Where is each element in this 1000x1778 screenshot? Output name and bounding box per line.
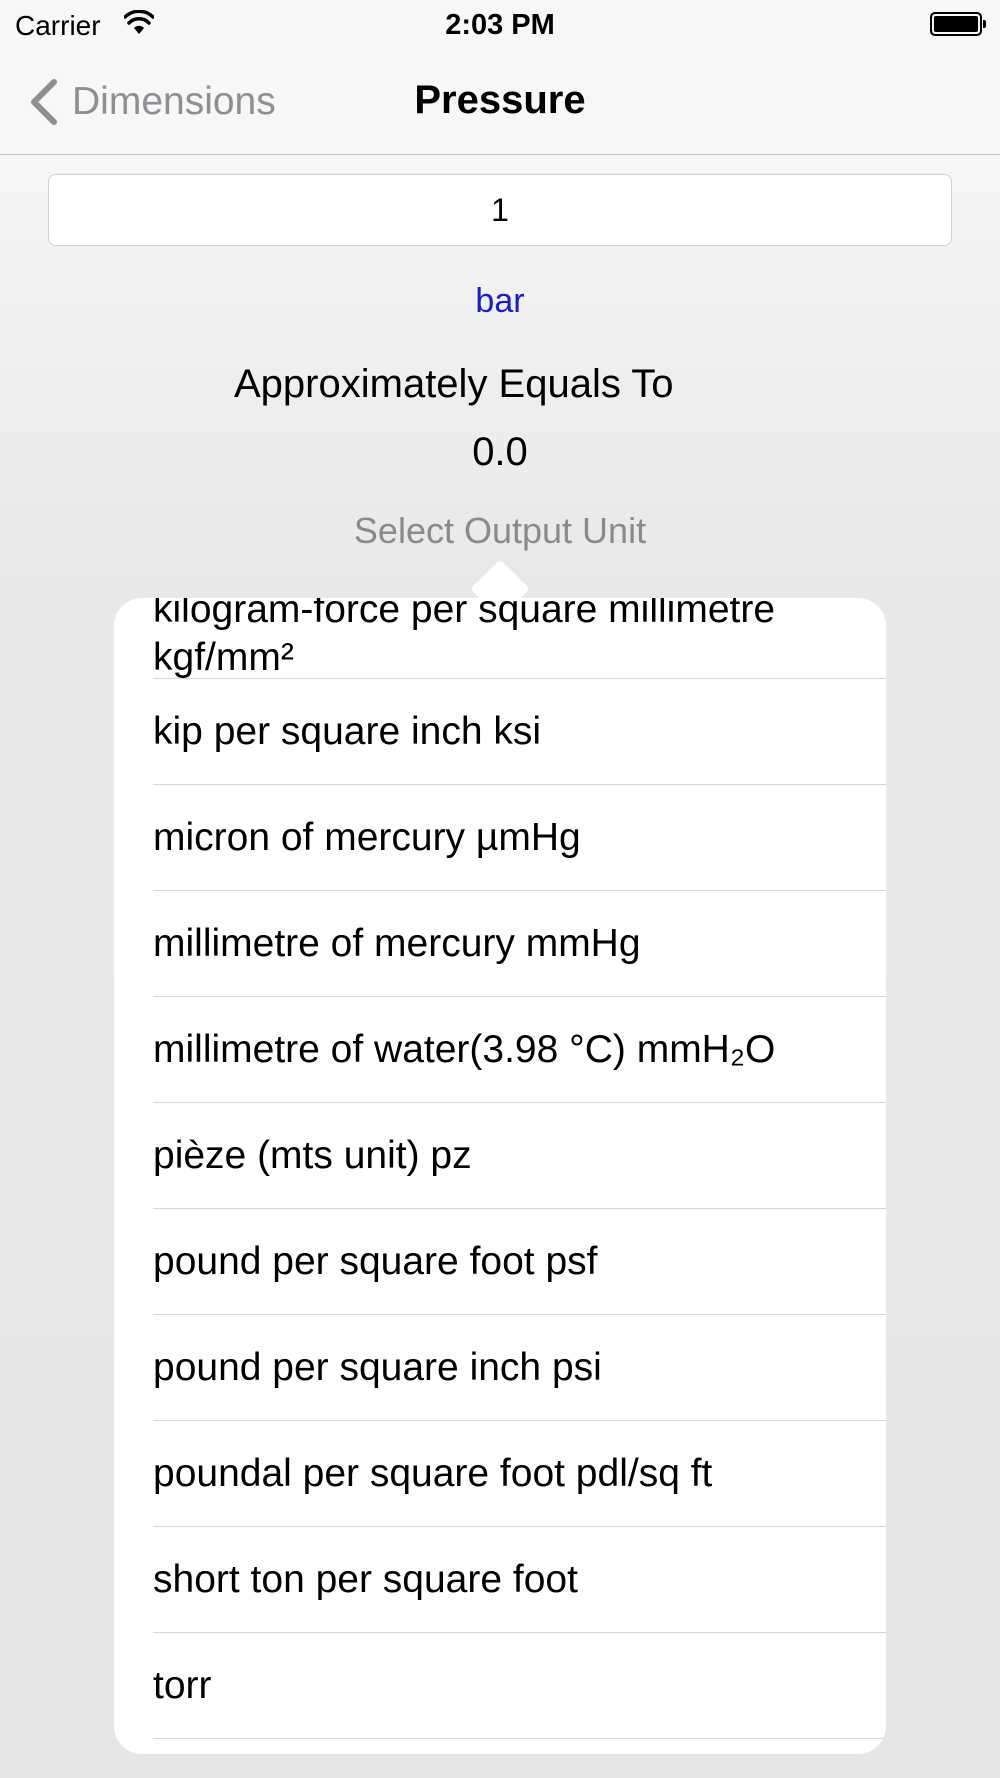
output-unit-item[interactable]: pound per square foot psf (153, 1209, 886, 1315)
output-unit-label: millimetre of water(3.98 °C) mmH₂O (153, 1027, 776, 1071)
input-unit-button[interactable]: bar (0, 282, 1000, 321)
output-unit-item[interactable]: pièze (mts unit) pz (153, 1103, 886, 1209)
output-unit-item[interactable]: millimetre of mercury mmHg (153, 891, 886, 997)
output-unit-item-text: kilogram-force per square millimetre kgf… (153, 598, 775, 682)
status-time: 2:03 PM (445, 9, 555, 41)
output-unit-item[interactable]: kilogram-force per square millimetre kgf… (153, 598, 886, 679)
output-unit-label: kip per square inch ksi (153, 709, 542, 753)
output-unit-label: pièze (mts unit) pz (153, 1133, 472, 1177)
output-unit-item[interactable]: poundal per square foot pdl/sq ft (153, 1421, 886, 1527)
output-unit-label: kilogram-force per square millimetre (153, 598, 776, 631)
output-unit-label: millimetre of mercury mmHg (153, 921, 641, 965)
page-title: Pressure (414, 78, 586, 122)
output-unit-list: kilogram-force per square millimetre kgf… (114, 598, 886, 1739)
battery-icon (930, 12, 986, 36)
output-unit-label: short ton per square foot (153, 1557, 578, 1601)
output-unit-label: pound per square foot psf (153, 1239, 598, 1283)
output-unit-label: poundal per square foot pdl/sq ft (153, 1451, 713, 1495)
select-output-unit-label[interactable]: Select Output Unit (0, 510, 1000, 552)
output-unit-item[interactable]: millimetre of water(3.98 °C) mmH₂O (153, 997, 886, 1103)
output-unit-popover: kilogram-force per square millimetre kgf… (114, 598, 886, 1754)
navigation-bar: Dimensions Pressure (0, 50, 1000, 155)
output-unit-label: micron of mercury µmHg (153, 815, 581, 859)
output-unit-item[interactable]: kip per square inch ksi (153, 679, 886, 785)
approx-equals-label: Approximately Equals To (234, 362, 674, 406)
status-bar: Carrier 2:03 PM (0, 0, 1000, 50)
output-unit-item[interactable]: micron of mercury µmHg (153, 785, 886, 891)
value-input[interactable] (48, 174, 952, 246)
output-unit-item[interactable]: short ton per square foot (153, 1527, 886, 1633)
output-unit-label: torr (153, 1663, 212, 1707)
output-unit-item[interactable]: pound per square inch psi (153, 1315, 886, 1421)
output-unit-label-line2: kgf/mm² (153, 636, 294, 679)
output-unit-item[interactable]: torr (153, 1633, 886, 1739)
result-value: 0.0 (472, 430, 528, 474)
output-unit-label: pound per square inch psi (153, 1345, 602, 1389)
